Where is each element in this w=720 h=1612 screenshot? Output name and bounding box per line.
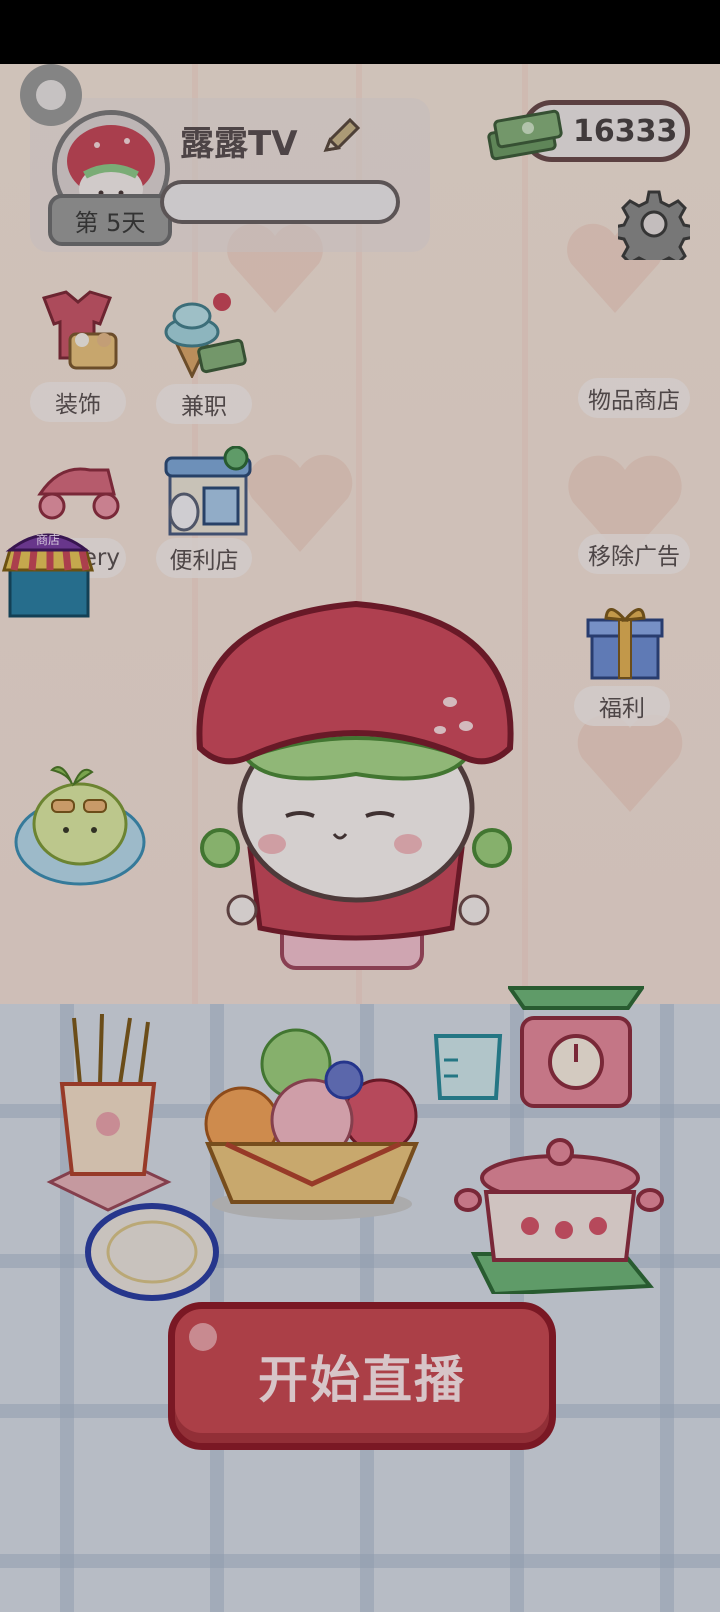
day-counter-badge: 第 5天 bbox=[48, 194, 172, 246]
welfare-button[interactable]: 福利 bbox=[574, 686, 670, 726]
convenience-store-button[interactable]: 便利店 bbox=[156, 538, 252, 578]
convenience-store-icon[interactable] bbox=[158, 446, 252, 538]
game-scene: 第 5天 露露TV 16333 装饰 兼职 ery 商店 便利店 物品商店 移除… bbox=[0, 64, 720, 1612]
shop-tag: 商店 bbox=[36, 532, 60, 547]
pet-sprout-icon[interactable] bbox=[12, 750, 148, 890]
fruit-basket-icon[interactable] bbox=[196, 1024, 432, 1224]
settings-gear-icon[interactable] bbox=[618, 188, 690, 260]
start-live-button[interactable]: 开始直播 bbox=[168, 1302, 556, 1450]
status-bar bbox=[0, 0, 720, 64]
experience-progress-bar bbox=[160, 180, 400, 224]
heart-decoration-icon bbox=[247, 454, 353, 552]
breadsticks-cup-icon[interactable] bbox=[44, 1014, 174, 1224]
remove-ads-button[interactable]: 移除广告 bbox=[578, 534, 690, 574]
cash-stack-icon bbox=[487, 109, 563, 161]
strawberry-girl-character[interactable] bbox=[190, 598, 522, 1008]
part-time-job-button[interactable]: 兼职 bbox=[156, 384, 252, 424]
kitchen-scale-icon bbox=[508, 986, 644, 1108]
scooter-icon[interactable] bbox=[30, 454, 126, 524]
circle-overlay-icon[interactable] bbox=[20, 64, 82, 126]
outfit-icon[interactable] bbox=[30, 288, 126, 378]
decoration-button[interactable]: 装饰 bbox=[30, 382, 126, 422]
player-name: 露露TV bbox=[180, 124, 298, 164]
item-shop-button[interactable]: 物品商店 bbox=[578, 378, 690, 418]
gift-icon[interactable] bbox=[584, 600, 666, 684]
measuring-cup-icon bbox=[433, 1034, 503, 1100]
wallpaper-stripe bbox=[522, 64, 528, 1004]
cooking-pot-icon bbox=[454, 1138, 664, 1294]
ice-cream-icon[interactable] bbox=[156, 288, 252, 378]
pencil-icon[interactable] bbox=[318, 114, 362, 158]
shop-stall-icon[interactable]: 商店 bbox=[0, 520, 96, 620]
